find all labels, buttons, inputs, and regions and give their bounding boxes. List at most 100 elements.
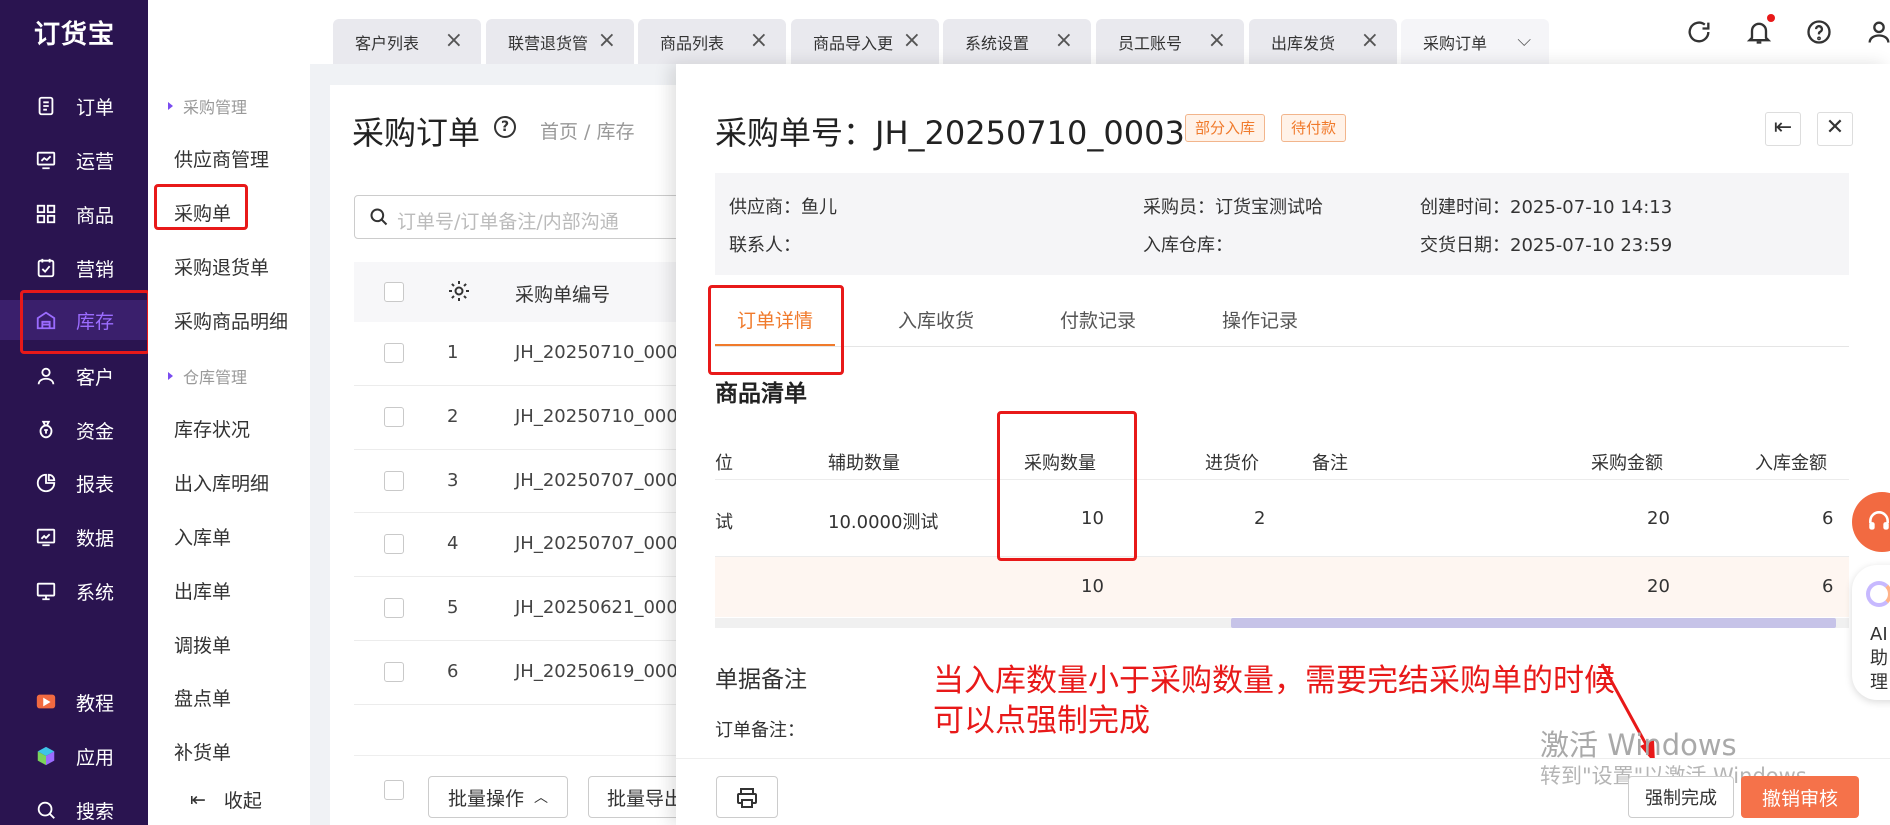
submenu-item-purchase-return[interactable]: 采购退货单 bbox=[174, 253, 269, 280]
nav-item-data[interactable]: 数据 bbox=[0, 517, 148, 557]
refresh-icon[interactable] bbox=[1685, 18, 1713, 46]
row-index: 2 bbox=[447, 406, 459, 427]
help-icon[interactable] bbox=[1805, 18, 1833, 46]
tab-customer-list[interactable]: 客户列表 × bbox=[333, 19, 481, 64]
nav-item-report[interactable]: 报表 bbox=[0, 463, 148, 503]
submenu-item-inout-detail[interactable]: 出入库明细 bbox=[174, 469, 269, 496]
ai-assistant-button[interactable]: AI助理 bbox=[1852, 565, 1890, 700]
gear-icon[interactable] bbox=[447, 279, 471, 303]
submenu-item-stock-status[interactable]: 库存状况 bbox=[174, 415, 250, 442]
row-code[interactable]: JH_20250710_0002 bbox=[515, 406, 689, 427]
close-icon[interactable]: × bbox=[1361, 30, 1379, 52]
app-logo[interactable]: 订货宝 bbox=[34, 14, 115, 51]
tab-staff-account[interactable]: 员工账号 × bbox=[1096, 19, 1244, 64]
submenu-item-supplier[interactable]: 供应商管理 bbox=[174, 145, 269, 172]
submenu-item-outbound[interactable]: 出库单 bbox=[174, 577, 231, 604]
nav-item-warehouse[interactable]: 库存 bbox=[0, 300, 148, 340]
close-icon[interactable]: × bbox=[1055, 30, 1073, 52]
close-icon: ✕ bbox=[1825, 115, 1845, 140]
row-code[interactable]: JH_20250710_0003 bbox=[515, 342, 689, 363]
tab-goods-list[interactable]: 商品列表 × bbox=[638, 19, 786, 64]
close-drawer-button[interactable]: ✕ bbox=[1817, 112, 1853, 146]
chevron-up-icon: ︿ bbox=[534, 790, 548, 806]
row-divider bbox=[354, 704, 694, 705]
submenu-item-transfer[interactable]: 调拨单 bbox=[174, 631, 231, 658]
footer-select-checkbox[interactable] bbox=[384, 780, 404, 800]
tab-inbound-receipt[interactable]: 入库收货 bbox=[898, 306, 974, 333]
data-icon bbox=[34, 525, 58, 549]
submenu-group-warehouse[interactable]: 仓库管理 bbox=[168, 364, 247, 388]
annotation-text: 当入库数量小于采购数量，需要完结采购单的时候 可以点强制完成 bbox=[933, 661, 1615, 741]
revoke-review-button[interactable]: 撤销审核 bbox=[1741, 776, 1859, 818]
tab-label: 联营退货管 bbox=[508, 33, 589, 53]
close-icon[interactable]: × bbox=[445, 30, 463, 52]
tab-outbound-ship[interactable]: 出库发货 × bbox=[1249, 19, 1397, 64]
tab-label: 员工账号 bbox=[1118, 33, 1183, 53]
close-icon[interactable]: × bbox=[598, 30, 616, 52]
help-circle-icon[interactable]: ? bbox=[494, 116, 516, 138]
row-index: 6 bbox=[447, 661, 459, 682]
row-divider bbox=[354, 576, 694, 577]
nav-item-operations[interactable]: 运营 bbox=[0, 140, 148, 180]
close-icon[interactable]: × bbox=[1208, 30, 1226, 52]
cell-aux-qty: 10.0000测试 bbox=[828, 512, 939, 533]
row-checkbox[interactable] bbox=[384, 598, 404, 618]
nav-label: 运营 bbox=[76, 150, 115, 173]
delivery-date-field: 交货日期：2025-07-10 23:59 bbox=[1420, 235, 1673, 256]
notification-dot bbox=[1767, 14, 1775, 22]
collapse-button[interactable]: ⇤ 收起 bbox=[190, 786, 262, 813]
submenu-item-replenish[interactable]: 补货单 bbox=[174, 738, 231, 765]
row-checkbox[interactable] bbox=[384, 407, 404, 427]
row-checkbox[interactable] bbox=[384, 471, 404, 491]
nav-item-money[interactable]: 资金 bbox=[0, 410, 148, 450]
submenu-item-purchase-order[interactable]: 采购单 bbox=[174, 199, 231, 226]
column-header-code[interactable]: 采购单编号 bbox=[515, 280, 610, 307]
bell-icon[interactable] bbox=[1745, 14, 1775, 46]
row-code[interactable]: JH_20250707_0000 bbox=[515, 533, 689, 554]
select-all-checkbox[interactable] bbox=[384, 282, 404, 302]
total-in-amount: 6 bbox=[1822, 576, 1834, 597]
chevron-down-icon[interactable]: ⌵ bbox=[1517, 31, 1531, 51]
print-button[interactable] bbox=[716, 776, 778, 818]
breadcrumb[interactable]: 首页 / 库存 bbox=[540, 117, 634, 144]
tab-system-settings[interactable]: 系统设置 × bbox=[943, 19, 1091, 64]
row-code[interactable]: JH_20250707_0001 bbox=[515, 470, 689, 491]
horizontal-scrollbar-thumb[interactable] bbox=[1231, 618, 1836, 628]
close-icon[interactable]: × bbox=[750, 30, 768, 52]
row-divider bbox=[354, 512, 694, 513]
batch-operation-button[interactable]: 批量操作 ︿ bbox=[428, 776, 568, 818]
nav-item-order[interactable]: 订单 bbox=[0, 86, 148, 126]
user-icon[interactable] bbox=[1865, 18, 1890, 46]
tab-label: 出库发货 bbox=[1271, 33, 1336, 53]
list-footer: 批量操作 ︿ 批量导出 bbox=[354, 755, 708, 825]
row-checkbox[interactable] bbox=[384, 534, 404, 554]
row-code[interactable]: JH_20250621_0004 bbox=[515, 597, 689, 618]
tab-payment-record[interactable]: 付款记录 bbox=[1060, 306, 1136, 333]
row-checkbox[interactable] bbox=[384, 343, 404, 363]
submenu-group-purchase[interactable]: 采购管理 bbox=[168, 94, 247, 118]
submenu-item-stocktake[interactable]: 盘点单 bbox=[174, 684, 231, 711]
nav-item-system[interactable]: 系统 bbox=[0, 571, 148, 611]
nav-item-tutorial[interactable]: 教程 bbox=[0, 682, 148, 722]
nav-item-apps[interactable]: 应用 bbox=[0, 736, 148, 776]
row-code[interactable]: JH_20250619_0003 bbox=[515, 661, 689, 682]
submenu-item-inbound[interactable]: 入库单 bbox=[174, 523, 231, 550]
close-icon[interactable]: × bbox=[903, 30, 921, 52]
tab-joint-return[interactable]: 联营退货管 × bbox=[486, 19, 634, 64]
column-header-price: 进货价 bbox=[1205, 453, 1259, 474]
force-complete-button[interactable]: 强制完成 bbox=[1628, 776, 1734, 818]
purchase-order-number: 采购单号：JH_20250710_0003 bbox=[715, 114, 1185, 152]
collapse-drawer-button[interactable]: ⇤ bbox=[1765, 112, 1801, 146]
row-checkbox[interactable] bbox=[384, 662, 404, 682]
search-input[interactable]: 订单号/订单备注/内部沟通 bbox=[354, 195, 694, 239]
submenu-item-purchase-detail[interactable]: 采购商品明细 bbox=[174, 307, 288, 334]
nav-label: 库存 bbox=[76, 310, 115, 333]
tab-purchase-order[interactable]: 采购订单 ⌵ bbox=[1401, 19, 1549, 64]
nav-item-customer[interactable]: 客户 bbox=[0, 356, 148, 396]
tab-order-detail[interactable]: 订单详情 bbox=[737, 306, 813, 333]
nav-item-marketing[interactable]: 营销 bbox=[0, 248, 148, 288]
tab-goods-import[interactable]: 商品导入更 × bbox=[791, 19, 939, 64]
tab-operation-log[interactable]: 操作记录 bbox=[1222, 306, 1298, 333]
nav-item-goods[interactable]: 商品 bbox=[0, 194, 148, 234]
nav-item-search[interactable]: 搜索 bbox=[0, 790, 148, 825]
